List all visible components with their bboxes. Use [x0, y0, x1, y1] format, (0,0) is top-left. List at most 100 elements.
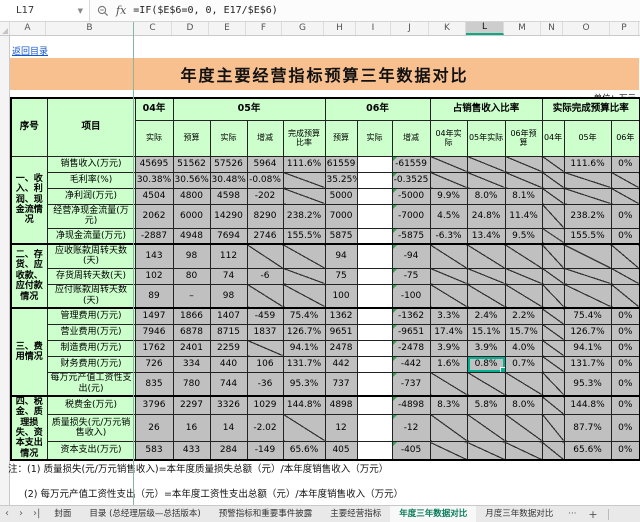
table-cell[interactable]: 0%	[611, 356, 640, 372]
column-letter-D[interactable]: D	[172, 22, 209, 35]
table-cell[interactable]	[542, 284, 564, 308]
header-sub[interactable]: 预算	[325, 120, 357, 156]
sheet-tab[interactable]: 预警指标和重要事件披露	[210, 506, 322, 522]
table-cell[interactable]: 4898	[325, 396, 357, 414]
table-cell[interactable]	[467, 268, 505, 284]
table-cell[interactable]: 155.5%	[283, 228, 325, 244]
header-sub[interactable]: 实际	[135, 120, 173, 156]
table-cell[interactable]: 74	[210, 268, 247, 284]
table-cell[interactable]: 57526	[210, 156, 247, 172]
table-cell[interactable]: 12	[325, 414, 357, 441]
table-cell[interactable]	[611, 244, 640, 268]
table-cell[interactable]: 405	[325, 442, 357, 460]
tab-nav-icon-2[interactable]: ›|	[28, 506, 45, 522]
table-cell[interactable]: 0.8%	[467, 356, 505, 372]
table-cell[interactable]: 8715	[210, 324, 247, 340]
table-cell[interactable]: 238.2%	[283, 204, 325, 228]
table-cell[interactable]: 30.48%	[210, 172, 247, 188]
table-cell[interactable]: 30.38%	[135, 172, 173, 188]
row-group-label[interactable]: 二、存货、应收款、应付款情况	[11, 244, 47, 308]
table-cell[interactable]	[430, 372, 467, 396]
table-cell[interactable]: 0%	[611, 324, 640, 340]
table-cell[interactable]	[505, 442, 542, 460]
table-cell[interactable]: 155.5%	[564, 228, 611, 244]
table-cell[interactable]: -5000	[392, 188, 430, 204]
table-cell[interactable]	[357, 372, 392, 396]
header-ratio-sales[interactable]: 占销售收入比率	[430, 98, 542, 120]
header-year-04[interactable]: 04年	[135, 98, 173, 120]
table-cell[interactable]: 583	[135, 442, 173, 460]
table-cell[interactable]: 75	[325, 268, 357, 284]
table-cell[interactable]	[564, 244, 611, 268]
table-cell[interactable]: 0%	[611, 372, 640, 396]
row-label[interactable]: 营业费用(万元)	[47, 324, 135, 340]
table-cell[interactable]	[611, 172, 640, 188]
table-cell[interactable]: 51562	[173, 156, 210, 172]
table-cell[interactable]: 9.5%	[505, 228, 542, 244]
table-cell[interactable]	[357, 284, 392, 308]
table-cell[interactable]: 726	[135, 356, 173, 372]
table-cell[interactable]: 13.4%	[467, 228, 505, 244]
table-cell[interactable]: -7000	[392, 204, 430, 228]
table-cell[interactable]: 0%	[611, 308, 640, 324]
table-cell[interactable]: 780	[173, 372, 210, 396]
table-cell[interactable]: 3.9%	[467, 340, 505, 356]
table-cell[interactable]: 75.4%	[564, 308, 611, 324]
table-cell[interactable]: 126.7%	[564, 324, 611, 340]
table-cell[interactable]: 98	[173, 244, 210, 268]
table-cell[interactable]	[467, 156, 505, 172]
table-cell[interactable]: 835	[135, 372, 173, 396]
table-cell[interactable]: 3.3%	[430, 308, 467, 324]
table-cell[interactable]: -12	[392, 414, 430, 441]
column-letter-L[interactable]: L	[466, 22, 504, 35]
sheet-tab[interactable]: 主要经营指标	[321, 506, 390, 522]
table-cell[interactable]	[542, 442, 564, 460]
table-cell[interactable]: 5964	[247, 156, 283, 172]
table-cell[interactable]: -36	[247, 372, 283, 396]
table-cell[interactable]	[505, 172, 542, 188]
table-cell[interactable]: 15.7%	[505, 324, 542, 340]
column-letter-N[interactable]: N	[541, 22, 563, 35]
table-cell[interactable]: 95.3%	[283, 372, 325, 396]
table-cell[interactable]: 7694	[210, 228, 247, 244]
column-letter-K[interactable]: K	[429, 22, 466, 35]
table-cell[interactable]: 2.2%	[505, 308, 542, 324]
table-cell[interactable]: 8.3%	[430, 396, 467, 414]
table-cell[interactable]: 442	[325, 356, 357, 372]
table-cell[interactable]: -2478	[392, 340, 430, 356]
table-cell[interactable]: 94	[325, 244, 357, 268]
sheet-tab[interactable]: 年度三年数据对比	[390, 506, 476, 522]
table-cell[interactable]: 2746	[247, 228, 283, 244]
table-cell[interactable]: 65.6%	[283, 442, 325, 460]
table-cell[interactable]: 334	[173, 356, 210, 372]
column-letter-E[interactable]: E	[209, 22, 246, 35]
table-cell[interactable]	[542, 356, 564, 372]
table-cell[interactable]: 0%	[611, 414, 640, 441]
column-letter-A[interactable]: A	[10, 22, 46, 35]
row-label[interactable]: 经营净现金流量(万元)	[47, 204, 135, 228]
table-cell[interactable]: 89	[135, 284, 173, 308]
table-cell[interactable]	[542, 228, 564, 244]
row-label[interactable]: 销售收入(万元)	[47, 156, 135, 172]
header-sub[interactable]: 完成预算比率	[283, 120, 325, 156]
header-year-06[interactable]: 06年	[325, 98, 430, 120]
column-letter-H[interactable]: H	[324, 22, 356, 35]
table-cell[interactable]: 1407	[210, 308, 247, 324]
table-cell[interactable]	[357, 244, 392, 268]
table-cell[interactable]	[467, 284, 505, 308]
table-cell[interactable]	[247, 244, 283, 268]
table-cell[interactable]: 102	[135, 268, 173, 284]
header-year-05[interactable]: 05年	[173, 98, 325, 120]
table-cell[interactable]: 80	[173, 268, 210, 284]
column-letter-G[interactable]: G	[282, 22, 324, 35]
table-cell[interactable]: 98	[210, 284, 247, 308]
table-cell[interactable]	[542, 204, 564, 228]
table-cell[interactable]	[283, 414, 325, 441]
row-group-label[interactable]: 四、税金、质理损失、资本支出情况	[11, 396, 47, 460]
table-cell[interactable]	[247, 284, 283, 308]
table-cell[interactable]	[542, 244, 564, 268]
column-letter-O[interactable]: O	[563, 22, 610, 35]
table-cell[interactable]: 126.7%	[283, 324, 325, 340]
table-cell[interactable]: 3.9%	[430, 340, 467, 356]
table-cell[interactable]: 14290	[210, 204, 247, 228]
